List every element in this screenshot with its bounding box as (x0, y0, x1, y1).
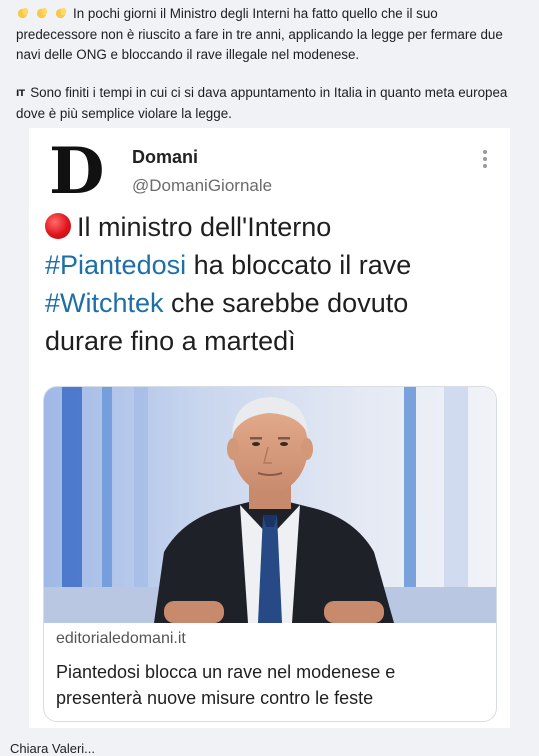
clapping-hands-icon (17, 7, 29, 19)
post-text: In pochi giorni il Ministro degli Intern… (16, 4, 528, 125)
red-circle-icon (45, 213, 71, 239)
italy-flag-icon: IT (16, 88, 25, 99)
link-preview-card[interactable]: editorialedomani.it Piantedosi blocca un… (43, 386, 497, 722)
link-title: Piantedosi blocca un rave nel modenese e… (56, 659, 486, 711)
hashtag-piantedosi: #Piantedosi (45, 250, 187, 280)
account-name: Domani (132, 147, 199, 167)
clapping-hands-icon (55, 7, 67, 19)
post-line-5: dove è più semplice violare la legge. (16, 106, 232, 121)
link-title-line-2: presenterà nuove misure contro le feste (56, 688, 374, 708)
clapping-hands-icon (36, 7, 48, 19)
account-handle: @DomaniGiornale (132, 176, 273, 195)
article-photo (44, 387, 496, 623)
post-line-1: In pochi giorni il Ministro degli Intern… (16, 4, 528, 25)
tweet-text-part-3: che sarebbe dovuto (163, 288, 409, 318)
tweet-line-2: #Piantedosi ha bloccato il rave (45, 246, 500, 284)
domani-logo-avatar: D (49, 134, 105, 209)
tweet-line-3: #Witchtek che sarebbe dovuto (45, 284, 500, 322)
post-line-1-text: In pochi giorni il Ministro degli Intern… (73, 6, 438, 21)
tweet-text-part-2: ha bloccato il rave (186, 250, 412, 280)
tweet-line-4: durare fino a martedì (45, 326, 296, 356)
tweet-text: Il ministro dell'Interno #Piantedosi ha … (45, 208, 500, 360)
post-line-4: IT Sono finiti i tempi in cui ci si dava… (16, 83, 528, 105)
comment-author-name[interactable]: Chiara Valeri... (10, 741, 95, 756)
post-line-4-text: Sono finiti i tempi in cui ci si dava ap… (30, 84, 508, 100)
link-domain: editorialedomani.it (56, 630, 186, 647)
post-line-3: navi delle ONG e bloccando il rave illeg… (16, 47, 360, 62)
post-line-2: predecessore non è riuscito a fare in tr… (16, 26, 503, 42)
tweet-text-part-1: Il ministro dell'Interno (77, 212, 332, 242)
hashtag-witchtek: #Witchtek (45, 288, 164, 318)
link-title-line-1: Piantedosi blocca un rave nel modenese e (56, 662, 396, 682)
tweet-line-1: Il ministro dell'Interno (45, 208, 500, 246)
tweet-screenshot[interactable]: D Domani @DomaniGiornale Il ministro del… (29, 128, 510, 728)
more-options-icon (482, 150, 488, 171)
